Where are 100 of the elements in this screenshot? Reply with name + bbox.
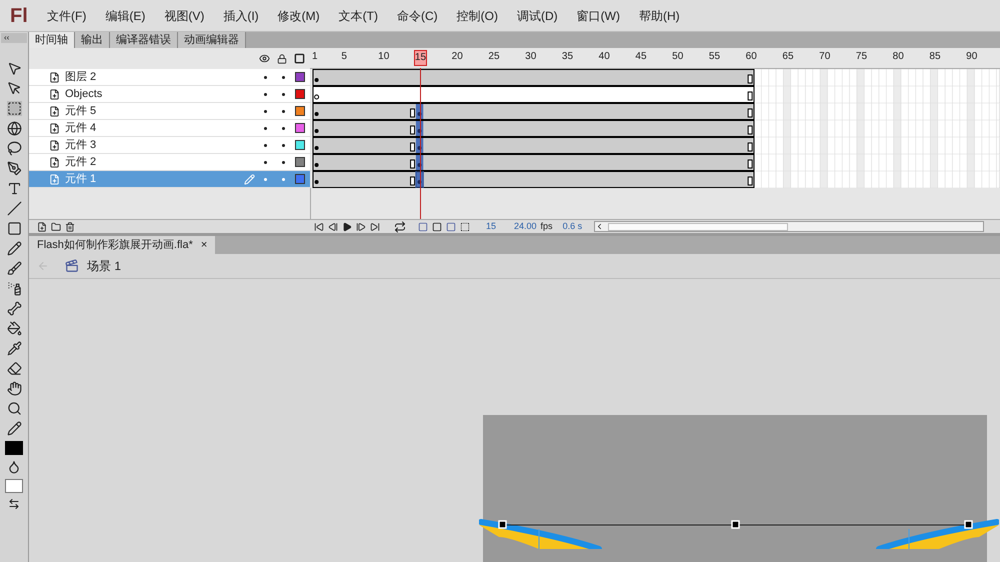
menu-item[interactable]: 调试(D): [510, 6, 565, 24]
panel-tab[interactable]: 输出: [75, 32, 110, 48]
free-transform-tool-icon[interactable]: [6, 101, 22, 116]
menu-item[interactable]: 视图(V): [157, 6, 212, 24]
ruler-label: 65: [782, 50, 794, 64]
layer-color-swatch[interactable]: [295, 123, 305, 133]
layer-color-swatch[interactable]: [295, 174, 305, 184]
eraser-tool-icon[interactable]: [6, 361, 22, 376]
spray-brush-tool-icon[interactable]: [6, 281, 22, 296]
subselection-tool-icon[interactable]: [6, 81, 22, 96]
layer-name: 元件 5: [65, 104, 98, 119]
menu-item[interactable]: 修改(M): [270, 6, 327, 24]
selection-tool-icon[interactable]: [6, 61, 22, 76]
text-tool-icon[interactable]: [6, 181, 22, 196]
lock-icon[interactable]: [277, 54, 287, 64]
menu-item[interactable]: 插入(I): [216, 6, 266, 24]
layer-color-swatch[interactable]: [295, 89, 305, 99]
document-title: Flash如何制作彩旗展开动画.fla*: [37, 238, 193, 253]
layer-name: 元件 4: [65, 120, 98, 136]
line-tool-icon[interactable]: [6, 201, 22, 216]
outline-icon[interactable]: [294, 53, 305, 64]
3d-rotation-tool-icon[interactable]: [6, 121, 22, 136]
panel-tab[interactable]: 编译器错误: [110, 32, 178, 48]
panel-tab[interactable]: 动画编辑器: [178, 32, 246, 48]
ruler-label: 40: [598, 50, 610, 64]
layer-icon: [49, 156, 60, 168]
delete-layer-icon[interactable]: [65, 222, 75, 232]
scene-label[interactable]: 场景 1: [87, 257, 122, 275]
layer-row[interactable]: 元件 2: [29, 154, 310, 170]
layer-icon: [49, 88, 60, 100]
fill-color-icon[interactable]: [7, 460, 21, 474]
close-button[interactable]: ×: [200, 236, 208, 254]
next-frame-icon[interactable]: [356, 222, 366, 232]
horizontal-scrollbar[interactable]: [594, 221, 984, 232]
menu-item[interactable]: 命令(C): [390, 6, 445, 24]
layer-color-swatch[interactable]: [295, 106, 305, 116]
stroke-color-swatch[interactable]: [5, 441, 23, 455]
menu-item[interactable]: 文本(T): [332, 6, 385, 24]
scene-icon: [65, 259, 79, 273]
layer-icon: [49, 140, 60, 150]
menu-item[interactable]: 控制(O): [450, 6, 505, 24]
current-frame[interactable]: 15: [486, 220, 496, 234]
ruler-label: 5: [341, 50, 347, 64]
last-frame-icon[interactable]: [370, 222, 380, 232]
layer-color-swatch[interactable]: [295, 140, 305, 150]
frame-row[interactable]: [310, 86, 999, 103]
collapse-button[interactable]: ‹‹: [1, 33, 27, 43]
playhead-marker[interactable]: 15: [414, 50, 428, 66]
ruler-label: 1: [312, 50, 318, 64]
frame-rate[interactable]: 24.00: [514, 220, 537, 234]
frame-row[interactable]: [310, 103, 999, 120]
zoom-tool-icon[interactable]: [6, 401, 22, 416]
first-frame-icon[interactable]: [314, 222, 324, 232]
frame-row[interactable]: [310, 171, 999, 188]
onion-markers-icon[interactable]: [460, 222, 470, 232]
menu-item[interactable]: 窗口(W): [570, 6, 627, 24]
elapsed-time[interactable]: 0.6 s: [562, 220, 582, 234]
ruler-label: 75: [856, 50, 868, 64]
layer-row[interactable]: 元件 4: [29, 120, 310, 136]
swap-colors-icon[interactable]: [8, 498, 20, 510]
onion-outline-icon[interactable]: [432, 222, 442, 232]
menu-item[interactable]: 文件(F): [40, 6, 94, 24]
ruler-label: 90: [966, 50, 978, 64]
ruler-label: 20: [452, 50, 463, 64]
frame-row[interactable]: [310, 137, 999, 154]
lasso-tool-icon[interactable]: [6, 141, 22, 156]
loop-icon[interactable]: [394, 220, 406, 232]
pencil-tool-icon[interactable]: [6, 241, 22, 256]
fill-color-swatch[interactable]: [5, 479, 23, 493]
new-folder-icon[interactable]: [51, 222, 61, 232]
panel-tab[interactable]: 时间轴: [29, 32, 75, 48]
play-icon[interactable]: [342, 222, 352, 232]
layer-row[interactable]: 图层 2: [29, 69, 310, 85]
frame-row[interactable]: [310, 120, 999, 137]
layer-color-swatch[interactable]: [295, 72, 305, 82]
rectangle-tool-icon[interactable]: [6, 221, 22, 236]
menu-item[interactable]: 帮助(H): [632, 6, 687, 24]
hand-tool-icon[interactable]: [6, 381, 22, 396]
previous-frame-icon[interactable]: [328, 222, 338, 232]
frame-row[interactable]: [310, 154, 999, 171]
layer-row[interactable]: 元件 3: [29, 137, 310, 153]
new-layer-icon[interactable]: [37, 222, 47, 232]
onion-skin-icon[interactable]: [418, 222, 428, 232]
ruler-label: 30: [525, 50, 536, 64]
stroke-color-icon[interactable]: [6, 421, 22, 436]
ruler-label: 50: [672, 50, 684, 64]
menu-item[interactable]: 编辑(E): [98, 6, 152, 24]
layer-color-swatch[interactable]: [295, 157, 305, 167]
eyedropper-tool-icon[interactable]: [6, 341, 22, 356]
eye-icon[interactable]: [259, 53, 270, 64]
paint-bucket-tool-icon[interactable]: [6, 321, 22, 336]
edit-frames-icon[interactable]: [446, 222, 456, 232]
layer-row[interactable]: 元件 5: [29, 103, 310, 119]
pen-tool-icon[interactable]: [6, 161, 22, 176]
ruler-label: 70: [819, 50, 830, 64]
frame-row[interactable]: [310, 69, 999, 86]
bone-tool-icon[interactable]: [6, 301, 22, 316]
brush-tool-icon[interactable]: [6, 261, 22, 276]
layer-row[interactable]: Objects: [29, 86, 310, 102]
document-tab[interactable]: Flash如何制作彩旗展开动画.fla* ×: [29, 236, 216, 254]
